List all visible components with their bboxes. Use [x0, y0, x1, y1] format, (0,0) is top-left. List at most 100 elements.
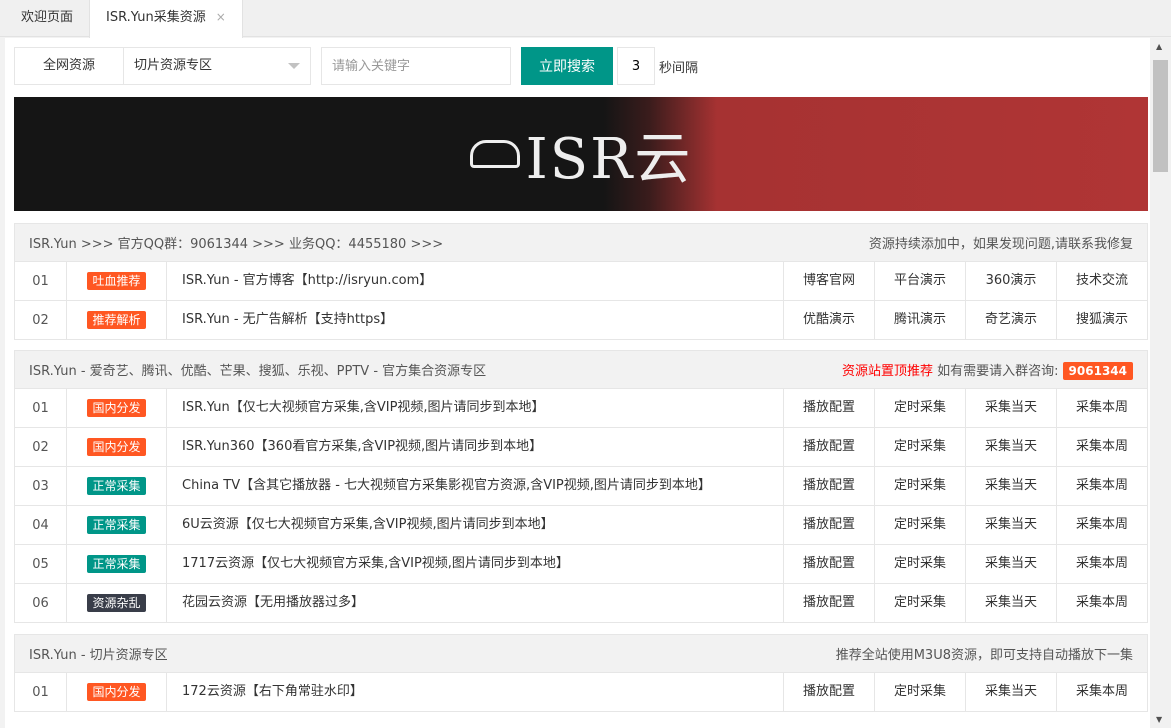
- action-link[interactable]: 播放配置: [783, 506, 874, 544]
- action-link[interactable]: 采集当天: [965, 673, 1056, 711]
- status-badge: 吐血推荐: [87, 272, 145, 290]
- action-link[interactable]: 播放配置: [783, 389, 874, 427]
- resource-title[interactable]: ISR.Yun360【360看官方采集,含VIP视频,图片请同步到本地】: [166, 428, 783, 466]
- resource-panel: ISR.Yun - 切片资源专区 推荐全站使用M3U8资源，即可支持自动播放下一集…: [14, 634, 1148, 712]
- table-row: 06 资源杂乱 花园云资源【无用播放器过多】播放配置定时采集采集当天采集本周: [15, 583, 1147, 622]
- main-content: 全网资源 切片资源专区 立即搜索 秒间隔 ISR云 ISR.Yun >>> 官方…: [5, 38, 1150, 728]
- action-link[interactable]: 采集本周: [1056, 389, 1147, 427]
- search-button[interactable]: 立即搜索: [521, 47, 613, 85]
- panel-title: ISR.Yun - 爱奇艺、腾讯、优酷、芒果、搜狐、乐视、PPTV - 官方集合…: [29, 360, 486, 379]
- table-row: 04正常采集6U云资源【仅七大视频官方采集,含VIP视频,图片请同步到本地】播放…: [15, 505, 1147, 544]
- action-link[interactable]: 定时采集: [874, 584, 965, 622]
- tab-label: 欢迎页面: [21, 10, 73, 25]
- row-number: 01: [15, 401, 66, 416]
- status-badge: 推荐解析: [87, 311, 145, 329]
- scroll-down-icon[interactable]: ▼: [1156, 715, 1162, 724]
- panel-header: ISR.Yun - 切片资源专区 推荐全站使用M3U8资源，即可支持自动播放下一集: [15, 635, 1147, 672]
- action-link[interactable]: 采集当天: [965, 584, 1056, 622]
- action-link[interactable]: 采集本周: [1056, 467, 1147, 505]
- action-link[interactable]: 播放配置: [783, 428, 874, 466]
- panel-note: 推荐全站使用M3U8资源，即可支持自动播放下一集: [836, 644, 1133, 663]
- resource-title[interactable]: China TV【含其它播放器 - 七大视频官方采集影视官方资源,含VIP视频,…: [166, 467, 783, 505]
- interval-label: 秒间隔: [659, 57, 698, 76]
- tab-isr-yun[interactable]: ISR.Yun采集资源×: [89, 0, 243, 38]
- resource-title[interactable]: ISR.Yun【仅七大视频官方采集,含VIP视频,图片请同步到本地】: [166, 389, 783, 427]
- row-number: 01: [15, 274, 66, 289]
- row-number: 06: [15, 596, 66, 611]
- action-link[interactable]: 搜狐演示: [1056, 301, 1147, 339]
- row-number: 01: [15, 685, 66, 700]
- panel-header: ISR.Yun >>> 官方QQ群：9061344 >>> 业务QQ：44551…: [15, 224, 1147, 261]
- action-link[interactable]: 播放配置: [783, 467, 874, 505]
- table-row: 03 正常采集 China TV【含其它播放器 - 七大视频官方采集影视官方资源,含…: [15, 466, 1147, 505]
- action-link[interactable]: 采集本周: [1056, 506, 1147, 544]
- table-row: 01 吐血推荐 ISR.Yun - 官方博客【http://isryun.com】博…: [15, 261, 1147, 300]
- panel-header: ISR.Yun - 爱奇艺、腾讯、优酷、芒果、搜狐、乐视、PPTV - 官方集合…: [15, 351, 1147, 388]
- row-number: 03: [15, 479, 66, 494]
- interval-input[interactable]: [617, 47, 655, 85]
- action-link[interactable]: 定时采集: [874, 506, 965, 544]
- resource-title[interactable]: 花园云资源【无用播放器过多】: [166, 584, 783, 622]
- resource-title[interactable]: 6U云资源【仅七大视频官方采集,含VIP视频,图片请同步到本地】: [166, 506, 783, 544]
- action-link[interactable]: 博客官网: [783, 262, 874, 300]
- tab-welcome[interactable]: 欢迎页面: [5, 0, 89, 37]
- action-link[interactable]: 技术交流: [1056, 262, 1147, 300]
- search-bar: 全网资源 切片资源专区 立即搜索 秒间隔: [14, 47, 698, 85]
- action-link[interactable]: 采集当天: [965, 545, 1056, 583]
- action-link[interactable]: 定时采集: [874, 545, 965, 583]
- scrollbar[interactable]: ▲ ▼: [1150, 38, 1171, 728]
- status-badge: 正常采集: [87, 555, 145, 573]
- qq-badge: 9061344: [1063, 362, 1133, 380]
- table-row: 02推荐解析ISR.Yun - 无广告解析【支持https】优酷演示腾讯演示奇艺…: [15, 300, 1147, 339]
- status-badge: 正常采集: [87, 477, 145, 495]
- status-badge: 正常采集: [87, 516, 145, 534]
- scrollbar-thumb[interactable]: [1153, 60, 1168, 172]
- action-link[interactable]: 优酷演示: [783, 301, 874, 339]
- action-link[interactable]: 定时采集: [874, 389, 965, 427]
- row-number: 02: [15, 440, 66, 455]
- action-link[interactable]: 定时采集: [874, 673, 965, 711]
- action-link[interactable]: 奇艺演示: [965, 301, 1056, 339]
- status-badge: 国内分发: [87, 399, 145, 417]
- panel-title: ISR.Yun - 切片资源专区: [29, 644, 168, 663]
- action-link[interactable]: 采集当天: [965, 467, 1056, 505]
- status-badge: 资源杂乱: [87, 594, 145, 612]
- banner-logo: ISR云: [526, 114, 693, 195]
- tab-bar: 欢迎页面 ISR.Yun采集资源×: [0, 0, 1171, 37]
- action-link[interactable]: 360演示: [965, 262, 1056, 300]
- action-link[interactable]: 采集本周: [1056, 545, 1147, 583]
- action-link[interactable]: 采集当天: [965, 389, 1056, 427]
- action-link[interactable]: 腾讯演示: [874, 301, 965, 339]
- resource-panel: ISR.Yun >>> 官方QQ群：9061344 >>> 业务QQ：44551…: [14, 223, 1148, 340]
- action-link[interactable]: 采集本周: [1056, 673, 1147, 711]
- close-icon[interactable]: ×: [216, 10, 226, 24]
- status-badge: 国内分发: [87, 683, 145, 701]
- scope-label: 全网资源: [15, 48, 124, 84]
- action-link[interactable]: 采集当天: [965, 506, 1056, 544]
- action-link[interactable]: 采集本周: [1056, 428, 1147, 466]
- panel-note-text: 资源持续添加中，如果发现问题,请联系我修复: [869, 237, 1133, 252]
- action-link[interactable]: 采集当天: [965, 428, 1056, 466]
- action-link[interactable]: 定时采集: [874, 428, 965, 466]
- category-dropdown[interactable]: 切片资源专区: [124, 48, 310, 84]
- table-row: 01 国内分发 ISR.Yun【仅七大视频官方采集,含VIP视频,图片请同步到本地】…: [15, 388, 1147, 427]
- panel-note-text: 推荐全站使用M3U8资源，即可支持自动播放下一集: [836, 648, 1133, 663]
- status-badge: 国内分发: [87, 438, 145, 456]
- action-link[interactable]: 播放配置: [783, 584, 874, 622]
- keyword-input[interactable]: [321, 47, 511, 85]
- action-link[interactable]: 播放配置: [783, 673, 874, 711]
- action-link[interactable]: 定时采集: [874, 467, 965, 505]
- scroll-up-icon[interactable]: ▲: [1156, 42, 1162, 51]
- action-link[interactable]: 播放配置: [783, 545, 874, 583]
- table-row: 01 国内分发 172云资源【右下角常驻水印】播放配置定时采集采集当天采集本周: [15, 672, 1147, 711]
- top-recommend-text: 资源站置顶推荐: [842, 364, 933, 379]
- action-link[interactable]: 采集本周: [1056, 584, 1147, 622]
- resource-title[interactable]: 172云资源【右下角常驻水印】: [166, 673, 783, 711]
- resource-title[interactable]: ISR.Yun - 官方博客【http://isryun.com】: [166, 262, 783, 300]
- action-link[interactable]: 平台演示: [874, 262, 965, 300]
- resource-title[interactable]: ISR.Yun - 无广告解析【支持https】: [166, 301, 783, 339]
- panel-note: 资源站置顶推荐 如有需要请入群咨询:9061344: [842, 360, 1133, 380]
- category-select[interactable]: 全网资源 切片资源专区: [14, 47, 311, 85]
- resource-title[interactable]: 1717云资源【仅七大视频官方采集,含VIP视频,图片请同步到本地】: [166, 545, 783, 583]
- panel-title: ISR.Yun >>> 官方QQ群：9061344 >>> 业务QQ：44551…: [29, 233, 443, 252]
